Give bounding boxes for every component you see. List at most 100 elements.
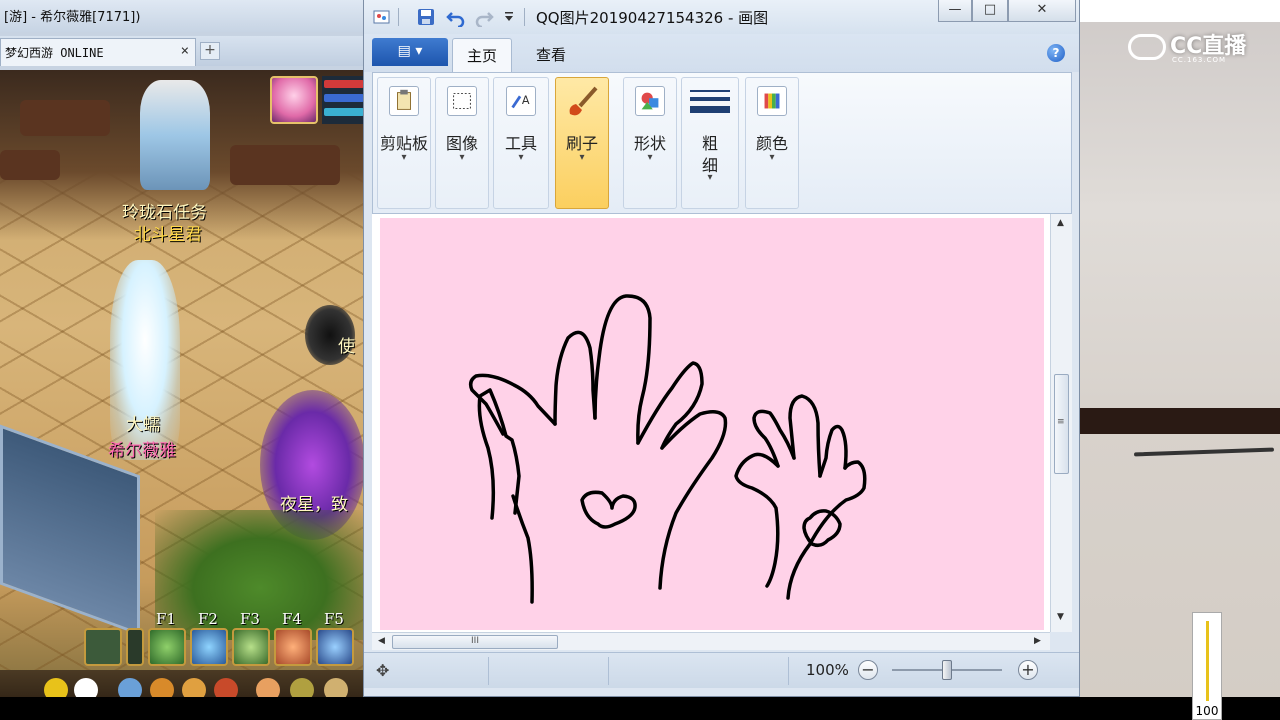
hotkey-label: F5 [324,610,344,628]
colors-group[interactable]: 颜色 ▾ [745,77,799,209]
scroll-left-icon[interactable]: ◀ [378,636,385,646]
palette-icon [757,86,787,116]
npc-label: 夜星，致 [280,495,348,515]
image-group[interactable]: 图像 ▾ [435,77,489,209]
player-status-bars [322,76,365,124]
skill-bar [84,628,365,670]
mp-bar [324,94,364,102]
zoom-in-button[interactable]: + [1018,660,1038,680]
image-label: 图像 [445,134,478,153]
player-name-label: 希尔薇雅 [108,441,176,461]
help-icon[interactable]: ? [1047,44,1065,62]
bottom-strip [0,697,1280,720]
skill-slot-f1[interactable] [148,628,186,666]
status-divider [488,657,489,685]
clipboard-group[interactable]: 剪贴板 ▾ [377,77,431,209]
npc-elder[interactable] [140,80,210,190]
brush-icon [569,86,598,116]
hotkey-label: F2 [198,610,218,628]
skill-slot-f3[interactable] [232,628,270,666]
zoom-out-button[interactable]: − [858,660,878,680]
npc-label: 使 [338,337,355,357]
zoom-slider-thumb[interactable] [942,660,952,680]
volume-value: 100 [1195,704,1219,718]
chevron-down-icon: ▾ [459,152,465,163]
player-title-label: 大蠕 [126,415,160,435]
hand-drawing [468,294,867,604]
game-table [0,150,60,180]
tab-close-icon[interactable]: × [181,43,189,59]
new-tab-button[interactable]: + [200,42,220,60]
paint-app-icon[interactable] [372,7,392,27]
status-bar: ✥ 100% − + [364,652,1079,688]
tools-label: 工具 [504,134,537,153]
chevron-down-icon: ▾ [707,172,713,183]
game-tab[interactable]: 梦幻西游 ONLINE × [0,38,196,66]
svg-text:A: A [522,94,530,107]
drawing-canvas[interactable] [380,218,1044,630]
skill-scroll[interactable] [126,628,144,666]
vertical-scrollbar[interactable]: ▲ ≡ ▼ [1050,214,1072,632]
size-label-1: 粗 [701,134,718,153]
scroll-up-icon[interactable]: ▲ [1057,218,1064,228]
game-table [230,145,340,185]
clipboard-icon [389,86,419,116]
hotkey-label: F1 [156,610,176,628]
minimize-button[interactable]: — [938,0,972,22]
clipboard-label: 剪贴板 [379,134,428,153]
window-title: QQ图片20190427154326 - 画图 [536,9,769,27]
skill-slot-f2[interactable] [190,628,228,666]
customize-qat-icon[interactable] [502,7,516,27]
close-button[interactable]: ✕ [1008,0,1076,22]
game-tabbar: 梦幻西游 ONLINE × + [0,36,365,66]
stream-top-strip [1080,0,1280,22]
skill-slot-f4[interactable] [274,628,312,666]
chevron-down-icon: ▾ [401,152,407,163]
tab-view[interactable]: 查看 [522,38,580,72]
size-group[interactable]: 粗 细 ▾ [681,77,739,209]
chevron-down-icon: ▾ [518,152,524,163]
skill-slot-f5[interactable] [316,628,354,666]
brushes-label: 刷子 [565,134,598,153]
colors-label: 颜色 [755,134,788,153]
stream-camera-view: CC直播 CC.163.COM [1080,0,1280,700]
move-icon: ✥ [376,661,390,680]
npc-name-label: 北斗星君 [134,225,202,245]
game-scene[interactable]: 玲珑石任务 北斗星君 大蠕 希尔薇雅 使 夜星，致 F1 F2 F3 F4 F5 [0,70,365,710]
ribbon: 剪贴板 ▾ 图像 ▾ A 工具 ▾ 刷子 ▾ 形状 ▾ 粗 细 ▾ 颜色 ▾ [372,72,1072,214]
volume-meter: 100 [1192,612,1222,720]
undo-icon[interactable] [446,7,466,27]
horizontal-scrollbar[interactable]: ◀ III ▶ [372,632,1050,650]
lock-icon[interactable] [84,628,122,666]
cc-logo-subtext: CC.163.COM [1172,56,1227,64]
hotkey-label: F4 [282,610,302,628]
status-divider [608,657,609,685]
vertical-scroll-thumb[interactable]: ≡ [1054,374,1069,474]
game-tab-label: 梦幻西游 ONLINE [5,46,104,60]
game-window: [游] - 希尔薇雅[7171]) 梦幻西游 ONLINE × + 玲珑石任务 … [0,0,365,710]
scroll-down-icon[interactable]: ▼ [1057,612,1064,622]
hotkey-label: F3 [240,610,260,628]
shapes-group[interactable]: 形状 ▾ [623,77,677,209]
tab-home[interactable]: 主页 [452,38,513,72]
paint-menu-button[interactable]: ▤ ▾ [372,38,448,66]
brushes-group[interactable]: 刷子 ▾ [555,77,609,209]
game-table [20,100,110,136]
cloud-icon [1128,34,1166,60]
shapes-label: 形状 [633,134,666,153]
volume-level-bar [1206,621,1209,701]
scroll-right-icon[interactable]: ▶ [1034,636,1041,646]
save-icon[interactable] [416,7,436,27]
horizontal-scroll-thumb[interactable]: III [392,635,558,649]
chevron-down-icon: ▾ [769,152,775,163]
chevron-down-icon: ▾ [579,152,585,163]
select-icon [447,86,477,116]
maximize-button[interactable]: □ [972,0,1008,22]
line-size-icon [690,90,730,113]
stream-cable [1133,447,1275,457]
status-divider [788,657,789,685]
player-avatar[interactable] [270,76,318,124]
tools-group[interactable]: A 工具 ▾ [493,77,549,209]
hp-bar [324,80,364,88]
redo-icon[interactable] [474,7,494,27]
